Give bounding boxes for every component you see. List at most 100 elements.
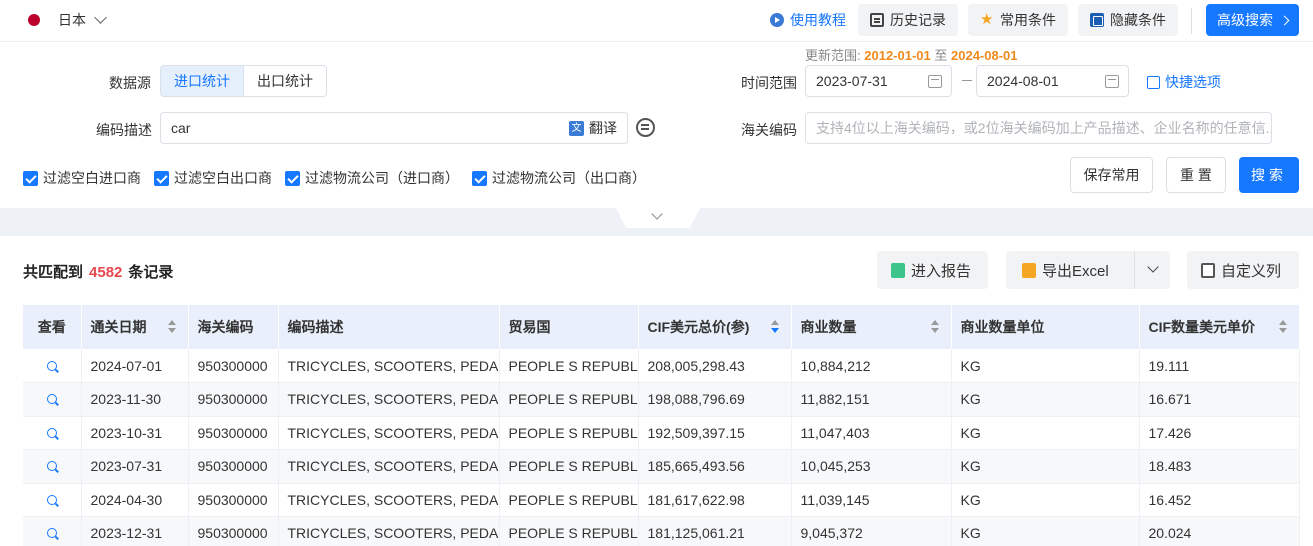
col-hs-label: 海关编码	[197, 319, 254, 335]
chevron-down-icon	[651, 208, 663, 220]
translate-button[interactable]: 文 翻译	[569, 113, 617, 143]
view-cell[interactable]	[23, 483, 82, 517]
checkbox-label: 过滤空白进口商	[43, 170, 141, 186]
col-quantity[interactable]: 商业数量	[791, 305, 952, 349]
save-common-button[interactable]: 保存常用	[1070, 157, 1153, 193]
country-selector[interactable]: 日本	[28, 10, 107, 30]
table-row: 2024-07-01 950300000 TRICYCLES, SCOOTERS…	[23, 349, 1300, 383]
qty-cell: 10,045,253	[791, 449, 952, 484]
desc-value: car	[171, 120, 191, 136]
country-cell: PEOPLE S REPUBLI	[499, 449, 639, 484]
qty-cell: 11,882,151	[791, 382, 952, 417]
count-suffix: 条记录	[128, 264, 174, 281]
cif-cell: 181,125,061.21	[638, 516, 792, 546]
export-dropdown-toggle[interactable]	[1134, 251, 1170, 289]
date-from-input[interactable]: 2023-07-31	[805, 65, 952, 97]
unit-cell: KG	[951, 483, 1140, 517]
hs-cell: 950300000	[188, 483, 279, 517]
excel-icon	[1022, 262, 1036, 278]
magnifier-icon[interactable]	[46, 427, 57, 438]
qty-cell: 10,884,212	[791, 349, 952, 383]
qty-cell: 9,045,372	[791, 516, 952, 546]
date-to-input[interactable]: 2024-08-01	[976, 65, 1129, 97]
translate-icon: 文	[569, 120, 584, 136]
col-unit-price[interactable]: CIF数量美元单价	[1139, 305, 1300, 349]
filter-blank-exporter-checkbox[interactable]: 过滤空白出口商	[154, 168, 272, 188]
sort-icon[interactable]	[770, 320, 779, 334]
magnifier-icon[interactable]	[46, 360, 57, 371]
view-cell[interactable]	[23, 416, 82, 450]
qty-cell: 11,039,145	[791, 483, 952, 517]
qty-cell: 11,047,403	[791, 416, 952, 450]
report-icon	[891, 262, 905, 278]
collapse-toggle[interactable]	[616, 208, 700, 228]
date-cell: 2023-07-31	[81, 449, 189, 484]
common-conditions-button[interactable]: ★ 常用条件	[968, 4, 1068, 36]
hide-conditions-button[interactable]: 隐藏条件	[1078, 4, 1178, 36]
source-export-option[interactable]: 出口统计	[244, 66, 326, 96]
chevron-right-icon	[1279, 15, 1290, 25]
hide-label: 隐藏条件	[1110, 12, 1166, 28]
search-doc-icon[interactable]	[636, 118, 655, 137]
reset-button[interactable]: 重 置	[1166, 157, 1226, 193]
results-table: 查看 通关日期 海关编码 编码描述 贸易国 CIF美元总价(参) 商业数量 商业…	[23, 305, 1300, 546]
country-cell: PEOPLE S REPUBLI	[499, 416, 639, 450]
col-date[interactable]: 通关日期	[81, 305, 189, 349]
view-cell[interactable]	[23, 349, 82, 383]
magnifier-icon[interactable]	[46, 494, 57, 505]
tutorial-link[interactable]: 使用教程	[758, 4, 858, 36]
col-date-label: 通关日期	[90, 319, 147, 335]
search-button[interactable]: 搜索	[1239, 157, 1299, 193]
view-cell[interactable]	[23, 449, 82, 484]
range-prefix: 更新范围:	[805, 48, 861, 63]
advanced-search-button[interactable]: 高级搜索	[1206, 4, 1299, 36]
checkbox-checked-icon	[154, 170, 169, 186]
range-start: 2012-01-01	[864, 48, 931, 63]
divider	[1191, 8, 1192, 34]
price-cell: 16.671	[1139, 382, 1300, 417]
japan-flag-icon	[28, 14, 40, 26]
desc-cell: TRICYCLES, SCOOTERS, PEDAL	[278, 483, 500, 517]
customize-columns-button[interactable]: 自定义列	[1187, 251, 1299, 289]
hide-icon	[1090, 13, 1104, 27]
view-cell[interactable]	[23, 516, 82, 546]
quick-options-link[interactable]: 快捷选项	[1147, 72, 1221, 92]
count-number: 4582	[89, 264, 123, 281]
sort-icon[interactable]	[1278, 320, 1287, 334]
report-label: 进入报告	[911, 262, 972, 280]
filter-blank-importer-checkbox[interactable]: 过滤空白进口商	[23, 168, 141, 188]
hs-code-placeholder: 支持4位以上海关编码，或2位海关编码加上产品描述、企业名称的任意信...	[816, 120, 1272, 136]
col-cif-total[interactable]: CIF美元总价(参)	[638, 305, 792, 349]
view-cell[interactable]	[23, 382, 82, 417]
export-excel-button[interactable]: 导出Excel	[1006, 251, 1134, 289]
unit-cell: KG	[951, 382, 1140, 417]
report-button[interactable]: 进入报告	[877, 251, 988, 289]
date-separator	[962, 80, 972, 81]
filter-logistics-importer-checkbox[interactable]: 过滤物流公司（进口商）	[285, 168, 459, 188]
sort-icon[interactable]	[930, 320, 939, 334]
magnifier-icon[interactable]	[46, 461, 57, 472]
date-cell: 2024-07-01	[81, 349, 189, 383]
cif-cell: 185,665,493.56	[638, 449, 792, 484]
table-row: 2023-12-31 950300000 TRICYCLES, SCOOTERS…	[23, 516, 1300, 546]
price-cell: 20.024	[1139, 516, 1300, 546]
date-cell: 2023-10-31	[81, 416, 189, 450]
customize-label: 自定义列	[1221, 262, 1282, 280]
history-button[interactable]: 历史记录	[858, 4, 958, 36]
hs-cell: 950300000	[188, 449, 279, 484]
checkbox-checked-icon	[23, 170, 38, 186]
source-import-option[interactable]: 进口统计	[161, 66, 244, 96]
cif-cell: 181,617,622.98	[638, 483, 792, 517]
sort-icon[interactable]	[167, 320, 176, 334]
magnifier-icon[interactable]	[46, 394, 57, 405]
result-count: 共匹配到 4582 条记录	[23, 261, 173, 282]
date-cell: 2023-11-30	[81, 382, 189, 417]
desc-input[interactable]: car 文 翻译	[160, 112, 628, 144]
cif-cell: 192,509,397.15	[638, 416, 792, 450]
col-cif-label: CIF美元总价(参)	[647, 319, 750, 335]
hs-code-input[interactable]: 支持4位以上海关编码，或2位海关编码加上产品描述、企业名称的任意信...	[805, 112, 1272, 144]
magnifier-icon[interactable]	[46, 528, 57, 539]
desc-cell: TRICYCLES, SCOOTERS, PEDAL	[278, 416, 500, 450]
filter-logistics-exporter-checkbox[interactable]: 过滤物流公司（出口商）	[472, 168, 646, 188]
desc-cell: TRICYCLES, SCOOTERS, PEDAL	[278, 349, 500, 383]
